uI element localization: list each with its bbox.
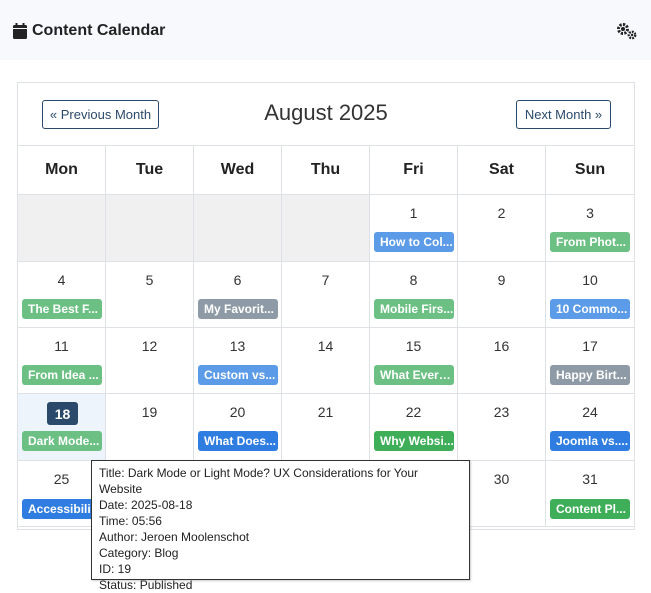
event-pill[interactable]: Custom vs... (198, 365, 278, 385)
tooltip-category: Category: Blog (99, 546, 179, 560)
settings-gears-icon[interactable] (616, 22, 638, 45)
week-row: 18 Dark Mode... 19 20 What Does... 21 22 Why We… (18, 394, 634, 461)
event-pill[interactable]: The Best F... (22, 299, 102, 319)
weekday-mon: Mon (18, 146, 106, 194)
weekday-sat: Sat (458, 146, 546, 194)
day-cell[interactable]: 3 From Phot... (546, 195, 634, 261)
day-cell[interactable]: 17 Happy Birt... (546, 328, 634, 393)
day-cell[interactable]: 31 Content Pl... (546, 461, 634, 526)
day-cell[interactable]: 8 Mobile Firs... (370, 262, 458, 327)
day-number: 12 (141, 338, 158, 354)
day-cell[interactable]: 30 (458, 461, 546, 526)
event-tooltip: Title: Dark Mode or Light Mode? UX Consi… (91, 460, 470, 592)
week-row: 11 From Idea ... 12 13 Custom vs... 14 15 What … (18, 328, 634, 394)
day-cell[interactable]: 23 (458, 394, 546, 460)
day-cell[interactable]: 16 (458, 328, 546, 393)
day-cell[interactable]: 7 (282, 262, 370, 327)
event-pill[interactable]: Joomla vs.... (550, 431, 630, 451)
week-row: 4 The Best F... 5 6 My Favorit... 7 8 Mobile Fi… (18, 262, 634, 328)
day-number: 5 (145, 272, 154, 288)
event-pill[interactable]: From Phot... (550, 232, 630, 252)
day-number: 14 (317, 338, 334, 354)
tooltip-author: Author: Jeroen Moolenschot (99, 530, 250, 544)
tooltip-status: Status: Published (99, 578, 193, 592)
event-pill[interactable]: Content Pl... (550, 499, 630, 519)
day-cell[interactable]: 11 From Idea ... (18, 328, 106, 393)
weekday-tue: Tue (106, 146, 194, 194)
weekday-wed: Wed (194, 146, 282, 194)
day-cell[interactable]: 14 (282, 328, 370, 393)
empty-day-cell (194, 195, 282, 261)
day-number: 24 (582, 404, 598, 420)
day-cell[interactable]: 24 Joomla vs.... (546, 394, 634, 460)
day-number: 8 (409, 272, 418, 288)
day-cell[interactable]: 18 Dark Mode... (18, 394, 106, 460)
day-cell[interactable]: 21 (282, 394, 370, 460)
tooltip-time: Time: 05:56 (99, 514, 162, 528)
empty-day-cell (282, 195, 370, 261)
day-number: 20 (229, 404, 246, 420)
week-row: 1 How to Col... 2 3 From Phot... (18, 195, 634, 262)
weekday-fri: Fri (370, 146, 458, 194)
day-number: 23 (493, 404, 510, 420)
day-cell[interactable]: 15 What Every... (370, 328, 458, 393)
day-number: 30 (493, 471, 510, 487)
event-pill[interactable]: 10 Commo... (550, 299, 630, 319)
event-pill[interactable]: Dark Mode... (22, 431, 102, 451)
weekday-header-row: Mon Tue Wed Thu Fri Sat Sun (18, 146, 634, 195)
page-title: Content Calendar (13, 22, 165, 40)
today-badge: 18 (47, 402, 78, 425)
empty-day-cell (106, 195, 194, 261)
day-number: 22 (405, 404, 422, 420)
day-number: 15 (405, 338, 422, 354)
day-number: 10 (582, 272, 598, 288)
day-cell[interactable]: 20 What Does... (194, 394, 282, 460)
day-number: 6 (233, 272, 242, 288)
event-pill[interactable]: What Every... (374, 365, 454, 385)
empty-day-cell (18, 195, 106, 261)
day-number: 9 (497, 272, 506, 288)
calendar-header: « Previous Month August 2025 Next Month … (18, 83, 634, 145)
day-number: 1 (409, 205, 418, 221)
event-pill[interactable]: What Does... (198, 431, 278, 451)
day-cell[interactable]: 13 Custom vs... (194, 328, 282, 393)
event-pill[interactable]: How to Col... (374, 232, 454, 252)
event-pill[interactable]: From Idea ... (22, 365, 102, 385)
tooltip-title: Title: Dark Mode or Light Mode? UX Consi… (99, 466, 419, 496)
event-pill[interactable]: Mobile Firs... (374, 299, 454, 319)
event-pill[interactable]: Happy Birt... (550, 365, 630, 385)
day-cell[interactable]: 4 The Best F... (18, 262, 106, 327)
event-pill[interactable]: Accessibili... (22, 499, 102, 519)
app-header: Content Calendar (0, 0, 651, 60)
day-cell[interactable]: 9 (458, 262, 546, 327)
event-pill[interactable]: My Favorit... (198, 299, 278, 319)
day-number: 3 (586, 205, 594, 221)
day-cell[interactable]: 10 10 Commo... (546, 262, 634, 327)
weekday-sun: Sun (574, 161, 606, 178)
next-month-button[interactable]: Next Month » (516, 100, 611, 129)
day-number: 21 (317, 404, 334, 420)
event-pill[interactable]: Why Websi... (374, 431, 454, 451)
page-title-text: Content Calendar (32, 22, 166, 39)
tooltip-id: ID: 19 (99, 562, 132, 576)
day-number: 17 (582, 338, 598, 354)
day-number: 13 (229, 338, 246, 354)
day-cell[interactable]: 22 Why Websi... (370, 394, 458, 460)
day-number: 16 (493, 338, 510, 354)
day-cell[interactable]: 2 (458, 195, 546, 261)
day-number: 2 (497, 205, 506, 221)
day-number: 7 (321, 272, 330, 288)
tooltip-date: Date: 2025-08-18 (99, 498, 193, 512)
weekday-thu: Thu (282, 146, 370, 194)
day-cell[interactable]: 12 (106, 328, 194, 393)
day-number: 4 (57, 272, 66, 288)
day-cell[interactable]: 5 (106, 262, 194, 327)
day-number: 19 (141, 404, 158, 420)
day-number: 31 (582, 471, 598, 487)
day-cell[interactable]: 19 (106, 394, 194, 460)
day-cell[interactable]: 6 My Favorit... (194, 262, 282, 327)
day-cell[interactable]: 1 How to Col... (370, 195, 458, 261)
day-number: 11 (54, 338, 69, 354)
calendar-icon (13, 23, 27, 39)
